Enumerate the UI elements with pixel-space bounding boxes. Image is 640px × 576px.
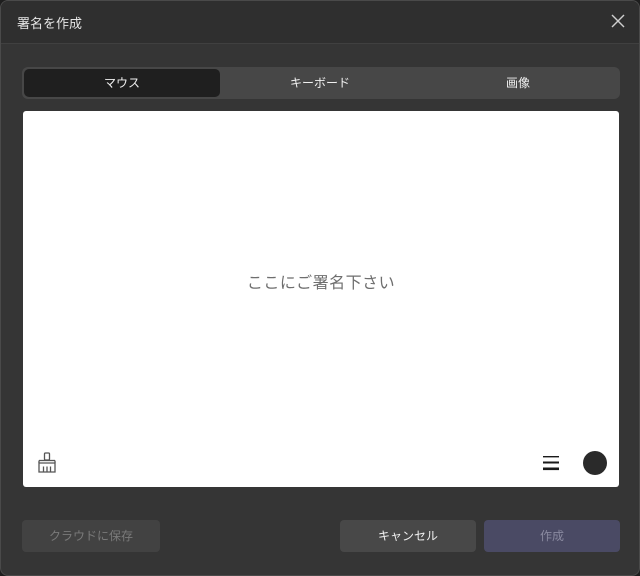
signature-method-tabs: マウス キーボード 画像: [22, 67, 620, 99]
tab-image[interactable]: 画像: [420, 69, 616, 97]
dialog-titlebar: 署名を作成: [1, 1, 639, 44]
stroke-width-button[interactable]: [541, 453, 561, 473]
create-button[interactable]: 作成: [484, 520, 620, 552]
signature-canvas[interactable]: ここにご署名下さい: [23, 111, 619, 487]
create-signature-dialog: 署名を作成 マウス キーボード 画像 ここにご署名下さい クラウドに保存 キャン…: [0, 0, 640, 576]
tab-mouse[interactable]: マウス: [24, 69, 220, 97]
clear-button[interactable]: [35, 451, 59, 475]
clear-brush-icon: [38, 452, 56, 473]
signature-placeholder: ここにご署名下さい: [246, 273, 396, 292]
tab-keyboard[interactable]: キーボード: [222, 69, 418, 97]
save-to-cloud-button[interactable]: クラウドに保存: [22, 520, 160, 552]
pen-color-button[interactable]: [583, 451, 607, 475]
dialog-title: 署名を作成: [17, 17, 83, 32]
stroke-width-icon: [543, 456, 559, 471]
cancel-button[interactable]: キャンセル: [340, 520, 476, 552]
close-button[interactable]: [607, 10, 629, 32]
close-icon: [611, 14, 625, 28]
